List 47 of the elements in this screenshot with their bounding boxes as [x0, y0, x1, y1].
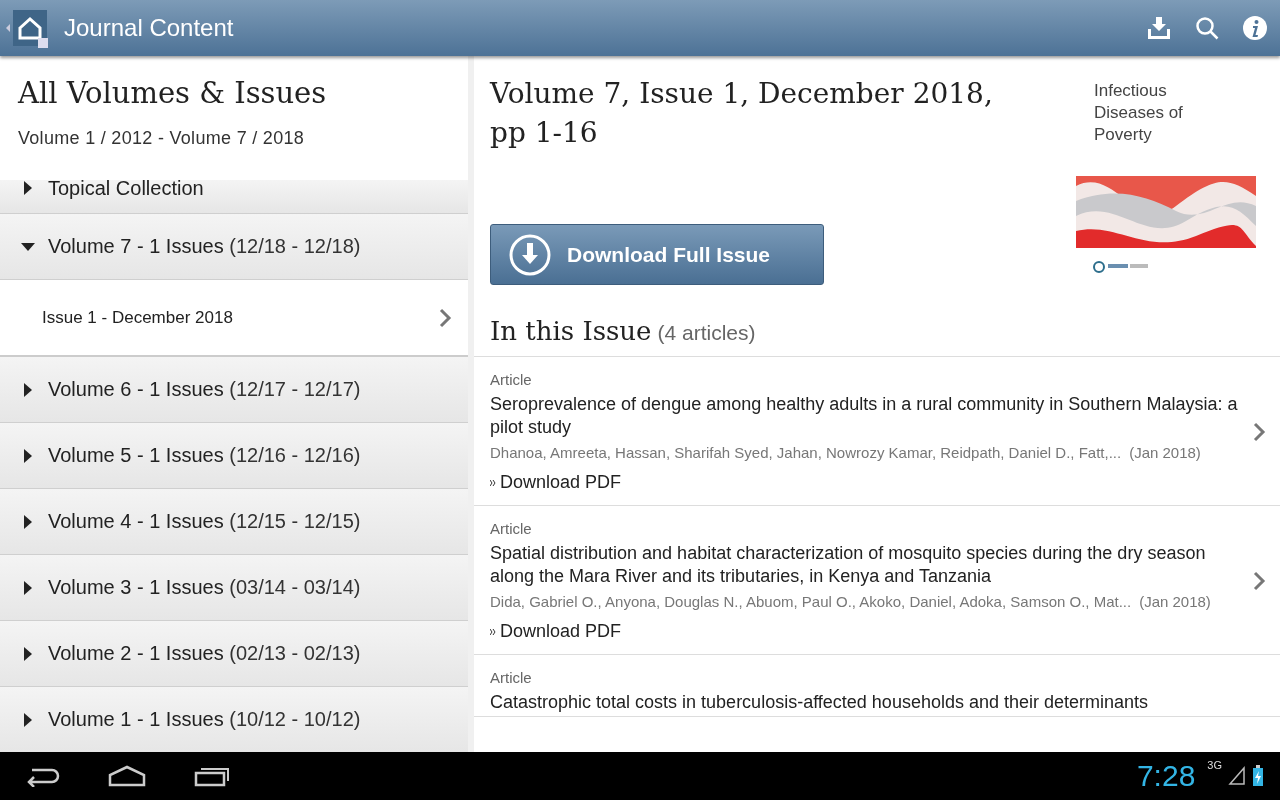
volume-row[interactable]: Volume 3 - 1 Issues (03/14 - 03/14): [0, 555, 468, 621]
volume-label: Volume 3 - 1 Issues (03/14 - 03/14): [48, 576, 361, 599]
article-type: Article: [490, 520, 533, 537]
volume-label: Volume 5 - 1 Issues (12/16 - 12/16): [48, 444, 361, 467]
volume-range: Volume 1 / 2012 - Volume 7 / 2018: [18, 128, 306, 149]
cover-title: Infectious Diseases of Poverty: [1093, 80, 1184, 146]
issue-label: Issue 1 - December 2018: [42, 307, 234, 328]
volume-row[interactable]: Volume 4 - 1 Issues (12/15 - 12/15): [0, 489, 468, 555]
volume-label: Volume 1 - 1 Issues (10/12 - 10/12): [48, 708, 361, 731]
article-type: Article: [490, 669, 533, 686]
article-date: (Jan 2018): [1139, 593, 1211, 610]
article-title: Catastrophic total costs in tuberculosis-affected households and their determinants: [490, 691, 1150, 714]
battery-charging-icon: [1252, 765, 1264, 787]
download-pdf-link[interactable]: Download PDF: [490, 621, 622, 642]
download-circle-icon: [509, 233, 551, 276]
article-title: Seroprevalence of dengue among healthy adults in a rural community in Southern Malaysia: a pilot study: [490, 393, 1239, 439]
signal-icon: [1228, 766, 1246, 786]
issue-title: Volume 7, Issue 1, December 2018, pp 1-16: [490, 76, 994, 151]
clock-time: 7:28: [1136, 759, 1196, 793]
volume-label: Volume 2 - 1 Issues (02/13 - 02/13): [48, 642, 361, 665]
app-title: Journal Content: [64, 14, 235, 42]
chevron-right-icon: [438, 306, 452, 329]
chevron-right-icon: [1252, 421, 1266, 443]
article-date: (Jan 2018): [1129, 444, 1201, 461]
article-authors: Dhanoa, Amreeta, Hassan, Sharifah Syed, Jahan, Nowrozy Kamar, Reidpath, Daniel D., Fatt,...: [490, 444, 1122, 461]
chevron-right-icon: [1252, 570, 1266, 592]
article-row[interactable]: Article Catastrophic total costs in tuberculosis-affected households and their determinants: [474, 655, 1280, 717]
article-authors: Dida, Gabriel O., Anyona, Douglas N., Abuom, Paul O., Akoko, Daniel, Adoka, Samson O., Mat...: [490, 593, 1132, 610]
article-title: Spatial distribution and habitat characterization of mosquito species during the dry season along the Mara River and its tributaries, in Kenya and Tanzania: [490, 542, 1207, 588]
download-full-issue-button[interactable]: Download Full Issue: [490, 224, 824, 285]
sidebar-title: All Volumes & Issues: [18, 76, 328, 110]
volume-label: Volume 7 - 1 Issues (12/18 - 12/18): [48, 235, 361, 258]
volume-label: Volume 6 - 1 Issues (12/17 - 12/17): [48, 378, 361, 401]
double-chevron-icon: [490, 627, 496, 636]
volume-label: Volume 4 - 1 Issues (12/15 - 12/15): [48, 510, 361, 533]
volume-row[interactable]: Volume 7 - 1 Issues (12/18 - 12/18): [0, 214, 468, 280]
article-count: (4 articles): [657, 321, 756, 344]
article-type: Article: [490, 371, 533, 388]
volume-row[interactable]: Volume 6 - 1 Issues (12/17 - 12/17): [0, 357, 468, 423]
network-type: 3G: [1207, 759, 1222, 771]
volume-row[interactable]: Volume 2 - 1 Issues (02/13 - 02/13): [0, 621, 468, 687]
volume-row[interactable]: Topical Collection: [0, 180, 468, 214]
double-chevron-icon: [490, 478, 496, 487]
volume-row[interactable]: Volume 1 - 1 Issues (10/12 - 10/12): [0, 687, 468, 753]
download-pdf-link[interactable]: Download PDF: [490, 472, 622, 493]
section-title: In this Issue: [490, 316, 652, 346]
volume-row[interactable]: Volume 5 - 1 Issues (12/16 - 12/16): [0, 423, 468, 489]
